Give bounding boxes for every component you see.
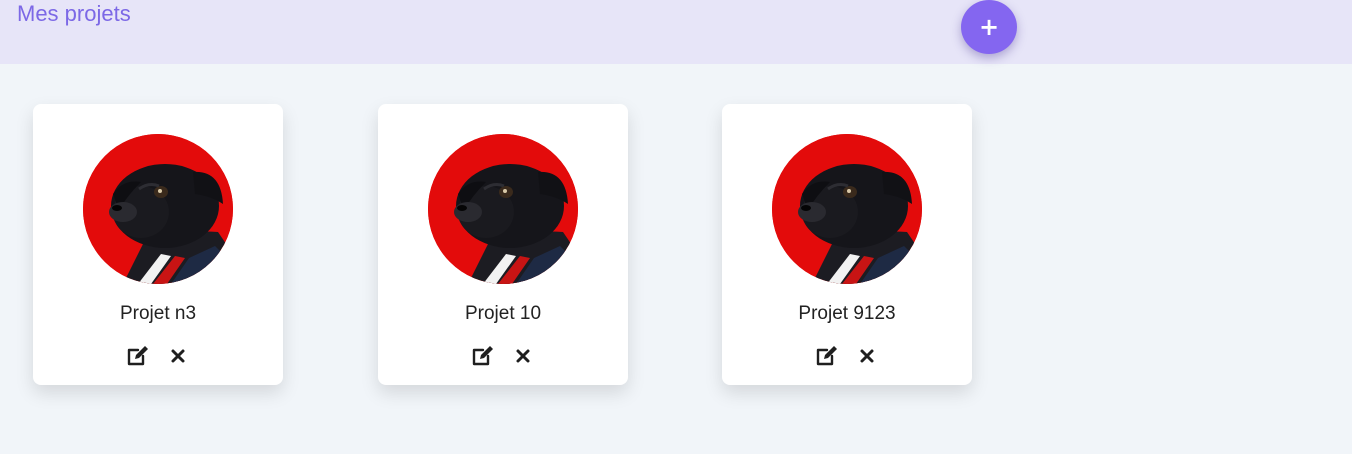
project-avatar	[772, 134, 922, 284]
project-name: Projet n3	[119, 303, 197, 324]
close-icon[interactable]	[855, 344, 879, 368]
close-icon[interactable]	[166, 344, 190, 368]
close-icon[interactable]	[511, 344, 535, 368]
edit-icon[interactable]	[471, 344, 495, 368]
edit-icon[interactable]	[815, 344, 839, 368]
card-actions	[378, 344, 628, 368]
project-avatar	[83, 134, 233, 284]
project-card[interactable]: Projet 10	[378, 104, 628, 385]
page-title: Mes projets	[17, 1, 131, 26]
project-card[interactable]: Projet n3	[33, 104, 283, 385]
project-card[interactable]: Projet 9123	[722, 104, 972, 385]
edit-icon[interactable]	[126, 344, 150, 368]
card-actions	[722, 344, 972, 368]
header-bar: Mes projets +	[0, 0, 1352, 64]
project-avatar	[428, 134, 578, 284]
add-project-button[interactable]: +	[961, 0, 1017, 54]
card-actions	[33, 344, 283, 368]
project-name: Projet 9123	[798, 303, 896, 324]
project-name: Projet 10	[464, 303, 542, 324]
